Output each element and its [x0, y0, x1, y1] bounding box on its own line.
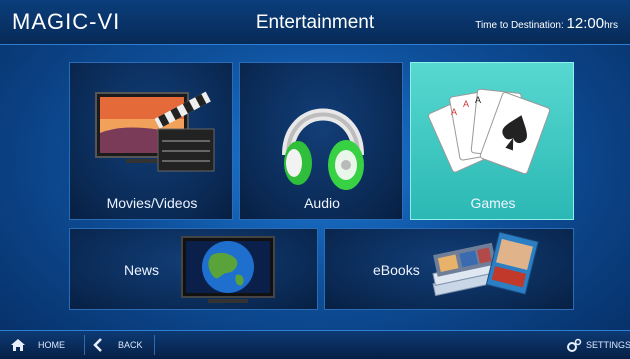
home-icon	[11, 339, 25, 351]
tile-label: Games	[470, 195, 516, 211]
divider	[84, 335, 85, 355]
bottom-bar: HOME BACK SETTINGS	[0, 330, 630, 359]
divider	[154, 335, 155, 355]
tile-movies-videos[interactable]: Movies/Videos	[69, 62, 233, 220]
eta-time: 12:00	[566, 15, 605, 32]
tile-news[interactable]: News	[69, 228, 318, 310]
settings-label: SETTINGS	[586, 340, 630, 350]
settings-button[interactable]: SETTINGS	[566, 331, 630, 359]
back-chevron-icon	[93, 338, 102, 352]
eta-unit: hrs	[604, 20, 618, 31]
svg-text:A: A	[451, 107, 457, 117]
eta-label: Time to Destination:	[475, 20, 564, 31]
svg-text:A: A	[475, 95, 481, 105]
gear-icon	[567, 338, 582, 352]
home-label: HOME	[38, 340, 65, 350]
books-icon	[432, 231, 539, 297]
home-button[interactable]: HOME	[10, 331, 65, 359]
time-to-destination: Time to Destination: 12:00hrs	[475, 15, 618, 32]
svg-text:A: A	[463, 99, 469, 109]
back-button[interactable]: BACK	[92, 331, 143, 359]
back-label: BACK	[118, 340, 143, 350]
tile-audio[interactable]: Audio	[239, 62, 403, 220]
brand-logo: MAGIC-VI	[12, 9, 121, 34]
top-bar: MAGIC-VI Entertainment Time to Destinati…	[0, 0, 630, 45]
tile-ebooks[interactable]: eBooks	[324, 228, 574, 310]
tile-games[interactable]: A A A Games	[410, 62, 574, 220]
globe-monitor-icon	[181, 236, 275, 303]
tile-label: Audio	[304, 195, 340, 211]
tile-label: Movies/Videos	[106, 195, 198, 211]
